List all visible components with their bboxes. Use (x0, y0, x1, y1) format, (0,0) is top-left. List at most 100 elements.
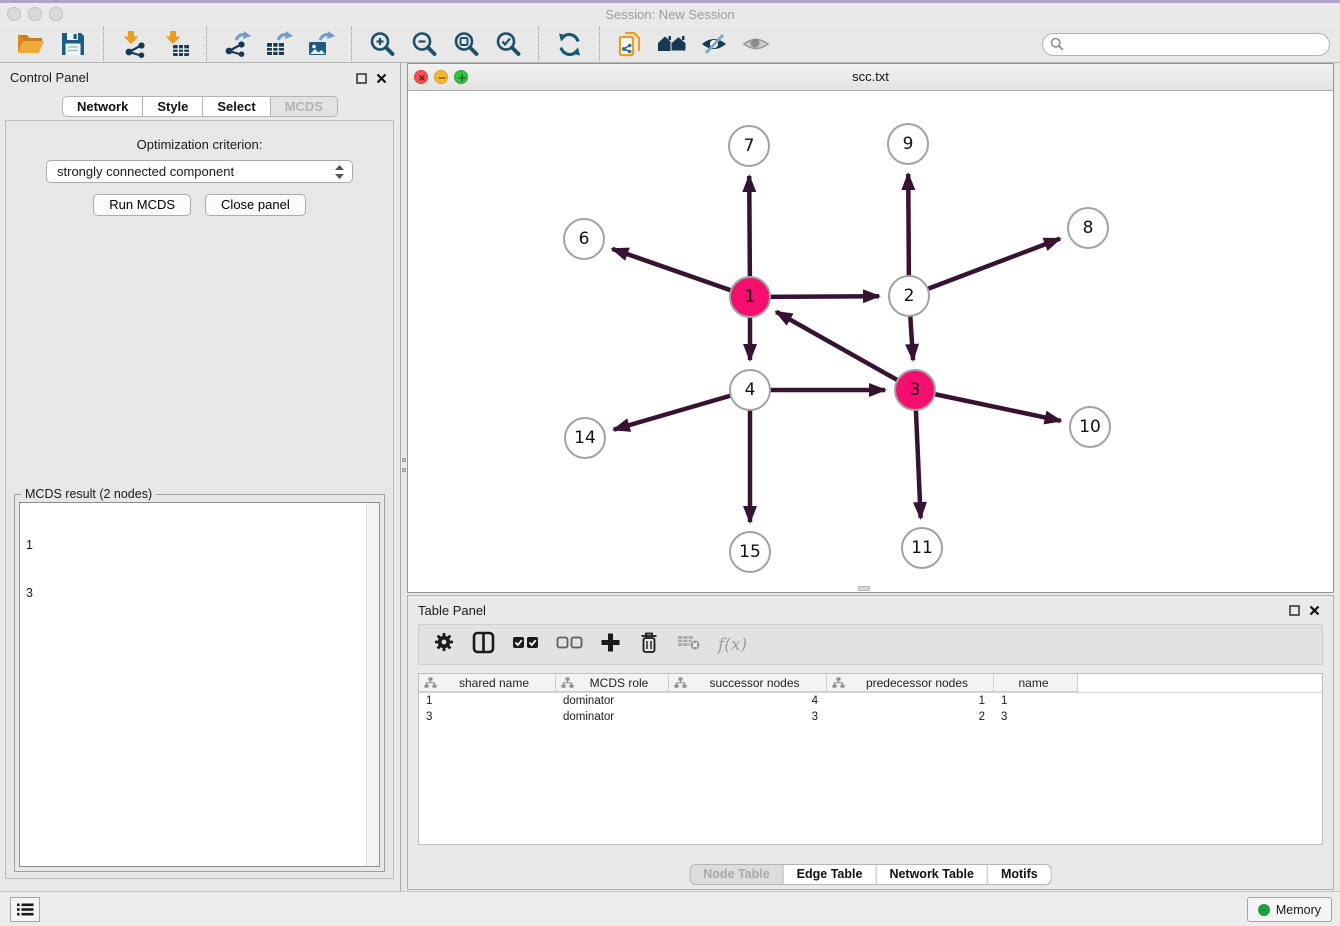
graph-node-6[interactable]: 6 (563, 218, 605, 260)
show-panel-button[interactable] (740, 28, 772, 60)
zoom-in-button[interactable] (366, 28, 398, 60)
tab-style[interactable]: Style (143, 96, 203, 117)
refresh-icon (556, 31, 583, 58)
tab-select[interactable]: Select (203, 96, 270, 117)
tab-network-table[interactable]: Network Table (876, 864, 988, 885)
delete-table-icon (677, 633, 701, 651)
column-header-predecessor-nodes[interactable]: predecessor nodes (827, 674, 994, 692)
delete-column-button[interactable] (638, 631, 660, 659)
graph-edge-3-10[interactable] (915, 390, 1061, 421)
close-mcds-panel-button[interactable]: Close panel (205, 194, 306, 216)
mcds-result-area[interactable]: 1 3 (19, 502, 380, 867)
table-row[interactable]: 3 dominator 3 2 3 (419, 709, 1322, 725)
cell-successor-nodes: 4 (669, 695, 827, 707)
tab-network[interactable]: Network (62, 96, 143, 117)
graph-node-8[interactable]: 8 (1067, 207, 1109, 249)
close-table-panel-button[interactable] (1307, 603, 1321, 617)
graph-node-7[interactable]: 7 (728, 125, 770, 167)
cell-name: 1 (994, 695, 1078, 707)
column-header-mcds-role[interactable]: MCDS role (556, 674, 669, 692)
close-network-button[interactable] (414, 70, 428, 84)
graph-node-14[interactable]: 14 (564, 417, 606, 459)
hide-panel-button[interactable] (698, 28, 730, 60)
column-header-shared-name[interactable]: shared name (419, 674, 556, 692)
cell-mcds-role: dominator (556, 695, 669, 707)
zoom-fit-button[interactable] (450, 28, 482, 60)
close-window-button[interactable] (7, 7, 21, 21)
zoom-window-button[interactable] (49, 7, 63, 21)
zoom-in-icon (367, 30, 397, 58)
search-icon (1050, 37, 1064, 51)
float-panel-button[interactable] (354, 71, 368, 85)
graph-node-3[interactable]: 3 (894, 369, 936, 411)
columns-icon (472, 631, 495, 654)
show-columns-button[interactable] (472, 631, 495, 659)
clone-network-button[interactable] (614, 28, 646, 60)
graph-node-4[interactable]: 4 (729, 369, 771, 411)
export-table-button[interactable] (263, 28, 295, 60)
deselect-all-columns-button[interactable] (556, 633, 583, 656)
network-window-titlebar[interactable]: scc.txt (408, 64, 1333, 91)
show-task-history-button[interactable] (10, 897, 40, 922)
network-window-controls (414, 70, 468, 84)
graph-node-9[interactable]: 9 (887, 123, 929, 165)
list-icon (16, 902, 34, 917)
tab-mcds[interactable]: MCDS (271, 96, 338, 117)
export-image-button[interactable] (305, 28, 337, 60)
open-session-button[interactable] (15, 28, 47, 60)
float-table-panel-button[interactable] (1287, 603, 1301, 617)
close-panel-button[interactable] (374, 71, 388, 85)
zoom-fit-icon (451, 30, 481, 58)
canvas-resize-grip[interactable] (858, 586, 870, 591)
cell-predecessor-nodes: 1 (827, 695, 994, 707)
table-toolbar: f(x) (418, 624, 1323, 665)
add-column-button[interactable] (600, 632, 621, 658)
graph-edge-3-1[interactable] (776, 312, 915, 390)
column-header-name[interactable]: name (994, 674, 1078, 692)
apply-function-button[interactable]: f(x) (718, 635, 747, 655)
memory-status-icon (1258, 904, 1270, 916)
maximize-network-button[interactable] (454, 70, 468, 84)
criterion-dropdown[interactable]: strongly connected component (46, 160, 353, 183)
tab-motifs[interactable]: Motifs (988, 864, 1052, 885)
network-canvas[interactable]: 7 9 6 8 1 2 4 3 14 10 15 11 (408, 91, 1333, 592)
tab-edge-table[interactable]: Edge Table (784, 864, 877, 885)
delete-table-button[interactable] (677, 633, 701, 656)
graph-node-15[interactable]: 15 (729, 531, 771, 573)
graph-node-2[interactable]: 2 (888, 275, 930, 317)
save-session-button[interactable] (57, 28, 89, 60)
panel-splitter[interactable] (401, 458, 406, 480)
home-button[interactable] (656, 28, 688, 60)
search-field[interactable] (1042, 33, 1330, 56)
table-header-row: shared name MCDS role successor nodes pr… (419, 674, 1322, 693)
tab-node-table[interactable]: Node Table (689, 864, 783, 885)
window-titlebar: Session: New Session (0, 3, 1340, 26)
result-scrollbar[interactable] (366, 503, 379, 866)
trash-icon (638, 631, 660, 654)
select-all-columns-button[interactable] (512, 633, 539, 656)
minimize-window-button[interactable] (28, 7, 42, 21)
search-input[interactable] (1064, 37, 1329, 51)
graph-node-1[interactable]: 1 (729, 276, 771, 318)
eye-icon (742, 31, 770, 57)
float-icon (1289, 605, 1300, 616)
zoom-out-button[interactable] (408, 28, 440, 60)
graph-node-10[interactable]: 10 (1069, 406, 1111, 448)
column-header-successor-nodes[interactable]: successor nodes (669, 674, 827, 692)
import-network-button[interactable] (118, 28, 150, 60)
refresh-layout-button[interactable] (553, 28, 585, 60)
memory-button[interactable]: Memory (1247, 897, 1332, 922)
minimize-network-button[interactable] (434, 70, 448, 84)
import-table-button[interactable] (160, 28, 192, 60)
run-mcds-button[interactable]: Run MCDS (93, 194, 191, 216)
table-settings-button[interactable] (433, 631, 455, 658)
table-row[interactable]: 1 dominator 4 1 1 (419, 693, 1322, 709)
zoom-selected-button[interactable] (492, 28, 524, 60)
export-network-button[interactable] (221, 28, 253, 60)
graph-edge-2-8[interactable] (909, 239, 1060, 296)
attribute-type-icon (561, 677, 574, 689)
eye-slash-icon (700, 31, 728, 57)
clone-network-icon (616, 30, 644, 58)
graph-node-11[interactable]: 11 (901, 527, 943, 569)
export-network-icon (223, 30, 251, 58)
